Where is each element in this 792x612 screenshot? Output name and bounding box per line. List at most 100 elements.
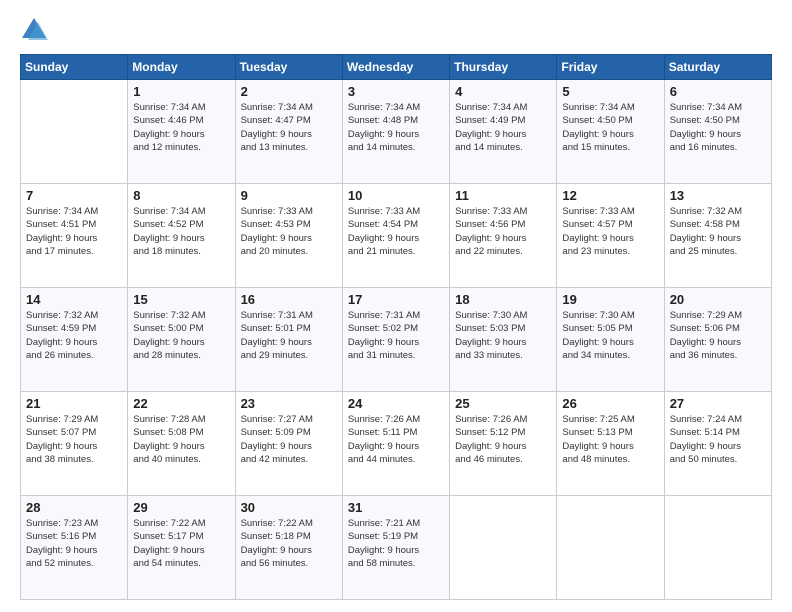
day-number: 13: [670, 188, 766, 203]
header-row: SundayMondayTuesdayWednesdayThursdayFrid…: [21, 55, 772, 80]
day-number: 9: [241, 188, 337, 203]
day-number: 2: [241, 84, 337, 99]
day-cell: 16 Sunrise: 7:31 AM Sunset: 5:01 PM Dayli…: [235, 288, 342, 392]
day-info: Sunrise: 7:34 AM Sunset: 4:52 PM Dayligh…: [133, 205, 229, 258]
day-cell: 13 Sunrise: 7:32 AM Sunset: 4:58 PM Dayli…: [664, 184, 771, 288]
day-info: Sunrise: 7:22 AM Sunset: 5:17 PM Dayligh…: [133, 517, 229, 570]
day-cell: 8 Sunrise: 7:34 AM Sunset: 4:52 PM Daylig…: [128, 184, 235, 288]
day-info: Sunrise: 7:23 AM Sunset: 5:16 PM Dayligh…: [26, 517, 122, 570]
day-info: Sunrise: 7:32 AM Sunset: 5:00 PM Dayligh…: [133, 309, 229, 362]
day-cell: 30 Sunrise: 7:22 AM Sunset: 5:18 PM Dayli…: [235, 496, 342, 600]
day-info: Sunrise: 7:29 AM Sunset: 5:06 PM Dayligh…: [670, 309, 766, 362]
header-cell-thursday: Thursday: [450, 55, 557, 80]
week-row-1: 7Sunrise: 7:34 AM Sunset: 4:51 PM Daylig…: [21, 184, 772, 288]
day-number: 25: [455, 396, 551, 411]
day-info: Sunrise: 7:31 AM Sunset: 5:02 PM Dayligh…: [348, 309, 444, 362]
day-info: Sunrise: 7:34 AM Sunset: 4:51 PM Dayligh…: [26, 205, 122, 258]
day-info: Sunrise: 7:28 AM Sunset: 5:08 PM Dayligh…: [133, 413, 229, 466]
header-cell-wednesday: Wednesday: [342, 55, 449, 80]
day-cell: [450, 496, 557, 600]
day-number: 14: [26, 292, 122, 307]
day-cell: 12 Sunrise: 7:33 AM Sunset: 4:57 PM Dayli…: [557, 184, 664, 288]
day-info: Sunrise: 7:21 AM Sunset: 5:19 PM Dayligh…: [348, 517, 444, 570]
day-cell: [664, 496, 771, 600]
day-cell: 18 Sunrise: 7:30 AM Sunset: 5:03 PM Dayli…: [450, 288, 557, 392]
day-info: Sunrise: 7:33 AM Sunset: 4:54 PM Dayligh…: [348, 205, 444, 258]
day-cell: 21 Sunrise: 7:29 AM Sunset: 5:07 PM Dayli…: [21, 392, 128, 496]
day-cell: 3Sunrise: 7:34 AM Sunset: 4:48 PM Daylig…: [342, 80, 449, 184]
day-cell: 31 Sunrise: 7:21 AM Sunset: 5:19 PM Dayli…: [342, 496, 449, 600]
day-cell: 10 Sunrise: 7:33 AM Sunset: 4:54 PM Dayli…: [342, 184, 449, 288]
day-number: 16: [241, 292, 337, 307]
day-cell: 15 Sunrise: 7:32 AM Sunset: 5:00 PM Dayli…: [128, 288, 235, 392]
day-number: 5: [562, 84, 658, 99]
header-cell-saturday: Saturday: [664, 55, 771, 80]
week-row-4: 28 Sunrise: 7:23 AM Sunset: 5:16 PM Dayli…: [21, 496, 772, 600]
header: [20, 16, 772, 44]
day-info: Sunrise: 7:30 AM Sunset: 5:03 PM Dayligh…: [455, 309, 551, 362]
day-cell: 5Sunrise: 7:34 AM Sunset: 4:50 PM Daylig…: [557, 80, 664, 184]
day-info: Sunrise: 7:34 AM Sunset: 4:47 PM Dayligh…: [241, 101, 337, 154]
day-number: 18: [455, 292, 551, 307]
day-info: Sunrise: 7:33 AM Sunset: 4:57 PM Dayligh…: [562, 205, 658, 258]
logo-icon: [20, 16, 48, 44]
day-cell: 29 Sunrise: 7:22 AM Sunset: 5:17 PM Dayli…: [128, 496, 235, 600]
page: SundayMondayTuesdayWednesdayThursdayFrid…: [0, 0, 792, 612]
day-info: Sunrise: 7:32 AM Sunset: 4:58 PM Dayligh…: [670, 205, 766, 258]
week-row-0: 1Sunrise: 7:34 AM Sunset: 4:46 PM Daylig…: [21, 80, 772, 184]
day-cell: 9 Sunrise: 7:33 AM Sunset: 4:53 PM Daylig…: [235, 184, 342, 288]
day-cell: 14Sunrise: 7:32 AM Sunset: 4:59 PM Dayli…: [21, 288, 128, 392]
day-number: 6: [670, 84, 766, 99]
day-number: 23: [241, 396, 337, 411]
header-cell-friday: Friday: [557, 55, 664, 80]
day-info: Sunrise: 7:27 AM Sunset: 5:09 PM Dayligh…: [241, 413, 337, 466]
day-cell: 17 Sunrise: 7:31 AM Sunset: 5:02 PM Dayli…: [342, 288, 449, 392]
day-number: 26: [562, 396, 658, 411]
day-number: 29: [133, 500, 229, 515]
day-cell: 11Sunrise: 7:33 AM Sunset: 4:56 PM Dayli…: [450, 184, 557, 288]
day-info: Sunrise: 7:34 AM Sunset: 4:50 PM Dayligh…: [670, 101, 766, 154]
week-row-3: 21 Sunrise: 7:29 AM Sunset: 5:07 PM Dayli…: [21, 392, 772, 496]
day-number: 20: [670, 292, 766, 307]
day-number: 30: [241, 500, 337, 515]
day-cell: 27Sunrise: 7:24 AM Sunset: 5:14 PM Dayli…: [664, 392, 771, 496]
day-number: 1: [133, 84, 229, 99]
day-cell: 23 Sunrise: 7:27 AM Sunset: 5:09 PM Dayli…: [235, 392, 342, 496]
day-number: 10: [348, 188, 444, 203]
day-info: Sunrise: 7:26 AM Sunset: 5:12 PM Dayligh…: [455, 413, 551, 466]
day-cell: [557, 496, 664, 600]
day-number: 21: [26, 396, 122, 411]
day-cell: 1Sunrise: 7:34 AM Sunset: 4:46 PM Daylig…: [128, 80, 235, 184]
day-info: Sunrise: 7:31 AM Sunset: 5:01 PM Dayligh…: [241, 309, 337, 362]
day-cell: 28 Sunrise: 7:23 AM Sunset: 5:16 PM Dayli…: [21, 496, 128, 600]
day-info: Sunrise: 7:26 AM Sunset: 5:11 PM Dayligh…: [348, 413, 444, 466]
day-number: 8: [133, 188, 229, 203]
day-cell: 22 Sunrise: 7:28 AM Sunset: 5:08 PM Dayli…: [128, 392, 235, 496]
day-number: 17: [348, 292, 444, 307]
day-number: 15: [133, 292, 229, 307]
day-cell: 20 Sunrise: 7:29 AM Sunset: 5:06 PM Dayli…: [664, 288, 771, 392]
header-cell-tuesday: Tuesday: [235, 55, 342, 80]
day-cell: 4 Sunrise: 7:34 AM Sunset: 4:49 PM Daylig…: [450, 80, 557, 184]
day-number: 22: [133, 396, 229, 411]
calendar-table: SundayMondayTuesdayWednesdayThursdayFrid…: [20, 54, 772, 600]
day-info: Sunrise: 7:25 AM Sunset: 5:13 PM Dayligh…: [562, 413, 658, 466]
day-number: 24: [348, 396, 444, 411]
day-cell: 7Sunrise: 7:34 AM Sunset: 4:51 PM Daylig…: [21, 184, 128, 288]
day-cell: 2 Sunrise: 7:34 AM Sunset: 4:47 PM Daylig…: [235, 80, 342, 184]
day-number: 19: [562, 292, 658, 307]
day-info: Sunrise: 7:33 AM Sunset: 4:53 PM Dayligh…: [241, 205, 337, 258]
day-info: Sunrise: 7:30 AM Sunset: 5:05 PM Dayligh…: [562, 309, 658, 362]
day-info: Sunrise: 7:33 AM Sunset: 4:56 PM Dayligh…: [455, 205, 551, 258]
day-info: Sunrise: 7:22 AM Sunset: 5:18 PM Dayligh…: [241, 517, 337, 570]
header-cell-sunday: Sunday: [21, 55, 128, 80]
day-info: Sunrise: 7:34 AM Sunset: 4:49 PM Dayligh…: [455, 101, 551, 154]
day-number: 4: [455, 84, 551, 99]
day-number: 12: [562, 188, 658, 203]
day-number: 28: [26, 500, 122, 515]
day-number: 31: [348, 500, 444, 515]
day-info: Sunrise: 7:34 AM Sunset: 4:48 PM Dayligh…: [348, 101, 444, 154]
logo: [20, 16, 52, 44]
day-info: Sunrise: 7:29 AM Sunset: 5:07 PM Dayligh…: [26, 413, 122, 466]
day-info: Sunrise: 7:24 AM Sunset: 5:14 PM Dayligh…: [670, 413, 766, 466]
